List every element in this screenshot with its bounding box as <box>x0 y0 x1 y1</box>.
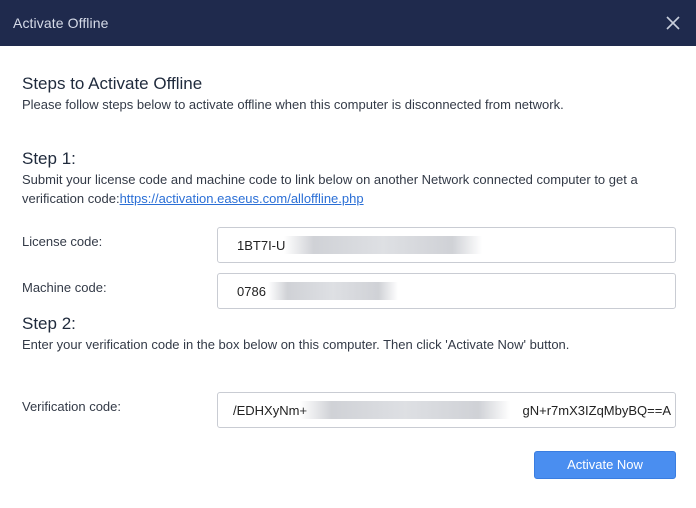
verification-code-label: Verification code: <box>22 399 122 414</box>
close-icon[interactable] <box>664 14 682 32</box>
machine-code-label: Machine code: <box>22 280 107 295</box>
step1-text: Submit your license code and machine cod… <box>22 170 682 208</box>
redaction-mask <box>268 282 398 300</box>
activate-offline-dialog: Activate Offline Steps to Activate Offli… <box>0 0 696 508</box>
intro-text: Please follow steps below to activate of… <box>22 97 564 112</box>
step2-heading: Step 2: <box>22 314 76 333</box>
verification-code-value-end: gN+r7mX3IZqMbyBQ==A <box>522 403 671 418</box>
step2-text: Enter your verification code in the box … <box>22 337 570 352</box>
machine-code-field[interactable]: 0786 <box>217 273 676 309</box>
page-heading: Steps to Activate Offline <box>22 74 203 93</box>
window-title: Activate Offline <box>13 15 109 31</box>
verification-code-field[interactable]: /EDHXyNm+ gN+r7mX3IZqMbyBQ==A <box>217 392 676 428</box>
title-bar: Activate Offline <box>0 0 696 46</box>
step1-heading: Step 1: <box>22 149 76 168</box>
license-code-label: License code: <box>22 234 103 249</box>
redaction-mask <box>300 401 510 419</box>
activate-now-button[interactable]: Activate Now <box>534 451 676 479</box>
activation-link[interactable]: https://activation.easeus.com/alloffline… <box>120 191 364 206</box>
license-code-field[interactable]: 1BT7I-U <box>217 227 676 263</box>
machine-code-value: 0786 <box>237 284 266 299</box>
verification-code-value-start: /EDHXyNm+ <box>233 403 308 418</box>
license-code-value: 1BT7I-U <box>237 238 286 253</box>
redaction-mask <box>284 236 482 254</box>
